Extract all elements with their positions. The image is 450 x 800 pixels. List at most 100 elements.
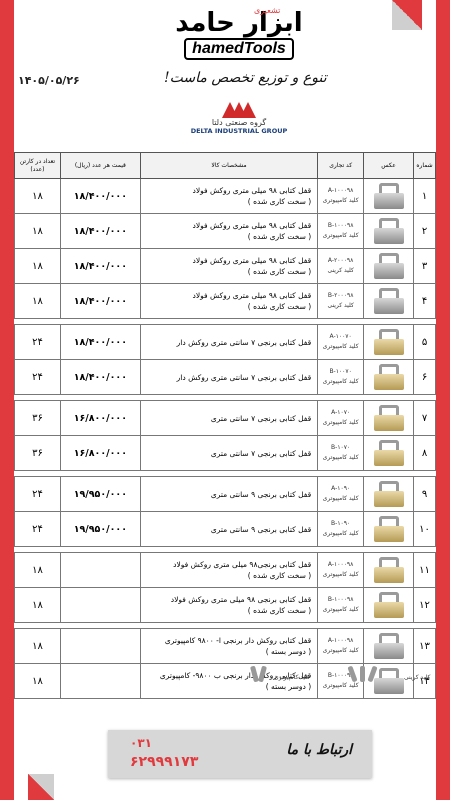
row-number: ۸: [413, 435, 436, 471]
carton-qty: ۲۴: [14, 359, 61, 395]
unit-price: ۱۹/۹۵۰/۰۰۰: [59, 511, 141, 547]
product-code-cell: B-۲۰۰۰۹۸ کلید کرینی: [317, 283, 365, 319]
unit-price: ۱۶/۸۰۰/۰۰۰: [59, 400, 141, 436]
unit-price: ۱۶/۸۰۰/۰۰۰: [59, 435, 141, 471]
product-image: [363, 213, 415, 249]
unit-price: ۱۸/۴۰۰/۰۰۰: [59, 283, 141, 319]
product-spec-cell: قفل کتابی برنجی۹۸ میلی متری روکش فولاد ( …: [139, 552, 319, 588]
key-type: کلید کامپیوتری: [322, 495, 359, 502]
key-type: کلید کامپیوتری: [322, 606, 359, 613]
issue-date: ۱۴۰۵/۰۵/۲۶: [18, 74, 80, 87]
padlock-icon: [370, 516, 408, 542]
product-spec-note: ( سخت کاری شده ): [247, 197, 312, 206]
delta-logo-icon: [222, 100, 256, 118]
product-code-cell: A-۱۰۰۰۹۸ کلید کامپیوتری: [317, 178, 365, 214]
product-code-cell: A-۱۰۹۰ کلید کامپیوتری: [317, 476, 365, 512]
key-type: کلید کامپیوتری: [322, 571, 359, 578]
padlock-icon: [370, 633, 408, 659]
header-qty: تعداد در کارتن (عدد): [14, 152, 61, 179]
phone-area-code[interactable]: ۰۳۱: [130, 736, 152, 750]
row-number: ۴: [413, 283, 436, 319]
key-type: کلید کامپیوتری: [322, 197, 359, 204]
key-type: کلید کامپیوتری: [322, 378, 359, 385]
product-spec: قفل کتابی برنجی ۹ سانتی متری: [210, 489, 312, 499]
product-code: A-۱۰۰۰۹۸: [327, 637, 354, 644]
unit-price: ۱۹/۹۵۰/۰۰۰: [59, 476, 141, 512]
product-spec-note: ( سخت کاری شده ): [247, 267, 312, 276]
product-spec: قفل کتابی برنجی ۹۸ میلی متری روکش فولاد: [170, 595, 312, 604]
product-spec-cell: قفل کتابی ۹۸ میلی متری روکش فولاد ( سخت ک…: [139, 213, 319, 249]
carton-qty: ۲۴: [14, 511, 61, 547]
product-spec-cell: قفل کتابی برنجی ۹ سانتی متری: [139, 511, 319, 547]
table-row: ۲ B-۱۰۰۰۹۸ کلید کامپیوتری قفل کتابی ۹۸ میلی…: [14, 213, 436, 249]
row-number: ۷: [413, 400, 436, 436]
key-type: کلید کامپیوتری: [322, 647, 359, 654]
padlock-icon: [370, 183, 408, 209]
logo-fa-sub: تشعیری: [254, 6, 281, 15]
unit-price: ۱۸/۴۰۰/۰۰۰: [59, 324, 141, 360]
key-label-right: کلید کرینی: [404, 674, 431, 681]
padlock-icon: [370, 440, 408, 466]
product-code-cell: B-۱۰۹۰ کلید کامپیوتری: [317, 511, 365, 547]
padlock-icon: [370, 405, 408, 431]
header-row-number: شماره: [413, 152, 436, 179]
padlock-icon: [370, 364, 408, 390]
product-image: [363, 400, 415, 436]
logo-en: hamedTools: [184, 38, 294, 60]
key-type: کلید کامپیوتری: [322, 343, 359, 350]
table-row: ۱۱ A-۱۰۰۰۹۸ کلید کامپیوتری قفل کتابی برنجی۹…: [14, 552, 436, 588]
product-spec: قفل کتابی ۹۸ میلی متری روکش فولاد: [192, 291, 312, 300]
product-spec: قفل کتابی برنجی ۷ سانتی متری: [210, 448, 312, 458]
unit-price: [59, 663, 141, 699]
product-spec-note: ( دوسر بسته ): [265, 647, 312, 656]
product-spec-cell: قفل کتابی برنجی ۹۸ میلی متری روکش فولاد (…: [139, 587, 319, 623]
product-code: A-۱۰۰۰۹۸: [327, 561, 354, 568]
padlock-icon: [370, 288, 408, 314]
key-type: کلید کامپیوتری: [322, 454, 359, 461]
table-body: ۱ A-۱۰۰۰۹۸ کلید کامپیوتری قفل کتابی ۹۸ میلی…: [14, 178, 436, 699]
padlock-icon: [370, 329, 408, 355]
padlock-icon: [370, 218, 408, 244]
carton-qty: ۱۸: [14, 663, 61, 699]
product-spec-cell: قفل کتابی برنجی ۷ سانتی متری: [139, 435, 319, 471]
row-number: ۲: [413, 213, 436, 249]
header-price: قیمت هر عدد (ریال): [59, 152, 141, 179]
page-curl-top-right: [392, 0, 422, 30]
table-row: ۱۳ A-۱۰۰۰۹۸ کلید کامپیوتری قفل کتابی روکش د…: [14, 628, 436, 664]
padlock-icon: [370, 557, 408, 583]
product-spec: قفل کتابی برنجی ۷ سانتی متری روکش دار: [176, 372, 312, 382]
product-code: B-۱۰۹۰: [331, 520, 351, 527]
product-spec-note: ( سخت کاری شده ): [247, 606, 312, 615]
product-image: [363, 476, 415, 512]
product-spec-cell: قفل کتابی برنجی ۷ سانتی متری روکش دار: [139, 324, 319, 360]
unit-price: [59, 587, 141, 623]
table-row: ۵ A-۱۰۰۷۰ کلید کامپیوتری قفل کتابی برنجی ۷ …: [14, 324, 436, 360]
phone-number[interactable]: ۶۲۹۹۹۱۷۳: [130, 754, 198, 770]
product-code: B-۱۰۰۰۹۸: [327, 596, 354, 603]
product-code: A-۱۰۰۰۹۸: [327, 187, 354, 194]
table-row: ۱۰ B-۱۰۹۰ کلید کامپیوتری قفل کتابی برنجی ۹ …: [14, 511, 436, 547]
product-code-cell: B-۱۰۷۰ کلید کامپیوتری: [317, 435, 365, 471]
product-image: [363, 248, 415, 284]
product-code-cell: A-۱۰۰۰۹۸ کلید کامپیوتری: [317, 628, 365, 664]
row-number: ۱: [413, 178, 436, 214]
brand-name-en: DELTA INDUSTRIAL GROUP: [190, 127, 288, 135]
product-code-cell: A-۱۰۷۰ کلید کامپیوتری: [317, 400, 365, 436]
carton-qty: ۱۸: [14, 213, 61, 249]
unit-price: ۱۸/۴۰۰/۰۰۰: [59, 359, 141, 395]
carton-qty: ۲۴: [14, 324, 61, 360]
product-image: [363, 435, 415, 471]
padlock-icon: [370, 253, 408, 279]
unit-price: [59, 628, 141, 664]
key-type: کلید کامپیوتری: [322, 419, 359, 426]
row-number: ۹: [413, 476, 436, 512]
carton-qty: ۱۸: [14, 587, 61, 623]
table-row: ۳ A-۲۰۰۰۹۸ کلید کرینی قفل کتابی ۹۸ میلی متر…: [14, 248, 436, 284]
price-list-sheet: تشعیری ابزار حامد hamedTools ۱۴۰۵/۰۵/۲۶ …: [14, 0, 436, 800]
product-spec-cell: قفل کتابی روکش دار برنجی ا- ۹۸۰۰ کامپیوت…: [139, 628, 319, 664]
header-image: عکس: [363, 152, 415, 179]
product-code: B-۱۰۰۷۰: [329, 368, 352, 375]
product-image: [363, 587, 415, 623]
product-spec-cell: قفل کتابی ۹۸ میلی متری روکش فولاد ( سخت ک…: [139, 248, 319, 284]
header-code: کد تجاری: [317, 152, 365, 179]
